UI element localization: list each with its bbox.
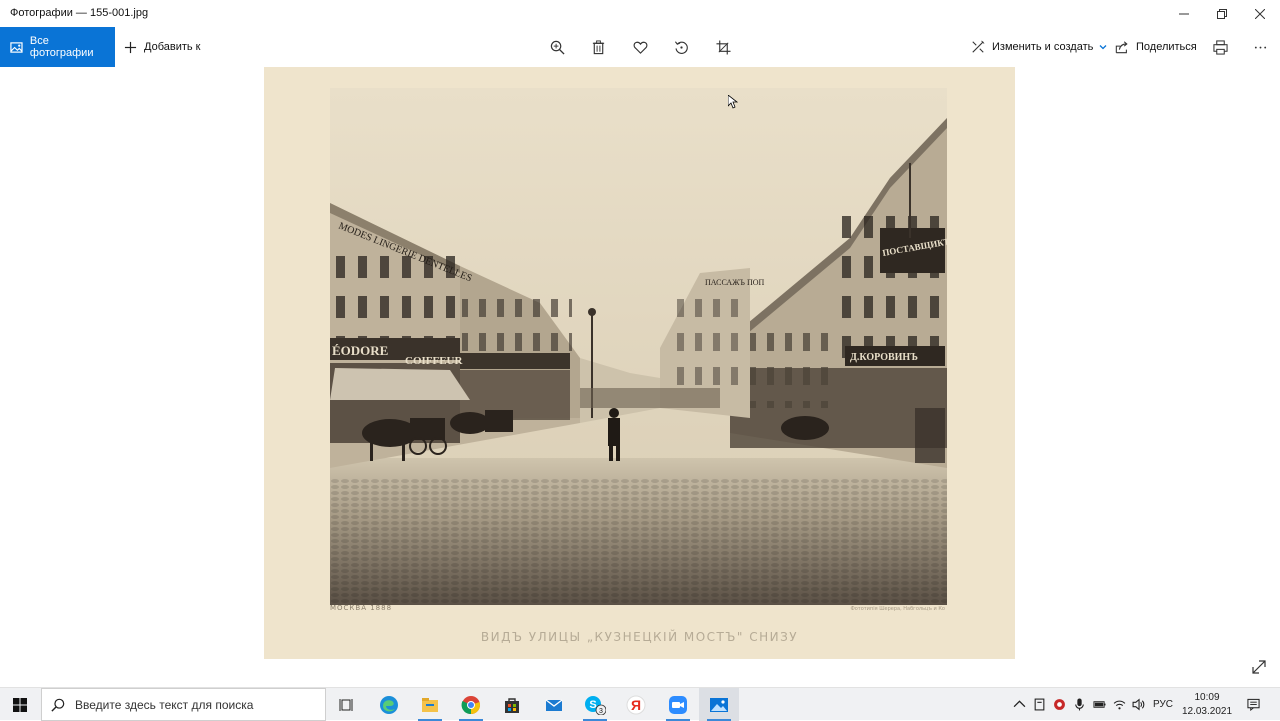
taskbar-search[interactable]: Введите здесь текст для поиска (41, 688, 326, 721)
photos-app-icon (710, 697, 728, 712)
crop-icon (715, 39, 731, 55)
folder-icon (422, 697, 438, 712)
app-toolbar: Все фотографии Добавить к Изменить и соз… (0, 27, 1280, 67)
search-icon (51, 698, 65, 712)
svg-text:S: S (589, 699, 596, 711)
printer-icon (1212, 39, 1228, 55)
taskbar-store[interactable] (492, 688, 532, 721)
wifi-icon (1113, 700, 1125, 710)
show-hidden-icons[interactable] (1011, 688, 1027, 721)
all-photos-button[interactable]: Все фотографии (0, 27, 115, 67)
clock-date: 12.03.2021 (1181, 706, 1233, 717)
delete-button[interactable] (589, 38, 607, 56)
close-button[interactable] (1241, 0, 1279, 27)
device-icon (1034, 698, 1044, 711)
taskbar-file-explorer[interactable] (410, 688, 450, 721)
fullscreen-button[interactable] (1250, 658, 1268, 676)
taskbar: Введите здесь текст для поиска S3 Я РУС … (0, 687, 1280, 721)
more-icon (1254, 46, 1266, 48)
trash-icon (592, 39, 604, 54)
add-to-button[interactable]: Добавить к (124, 27, 200, 67)
edge-icon (380, 695, 398, 714)
photos-icon (10, 41, 23, 53)
minimize-icon (1179, 13, 1189, 14)
photo-caption: ВИДЪ УЛИЦЫ „КУЗНЕЦКІЙ МОСТЪ" СНИЗУ (480, 630, 799, 644)
taskbar-skype[interactable]: S3 (575, 688, 615, 721)
zoom-app-icon (669, 695, 687, 714)
print-button[interactable] (1211, 38, 1229, 56)
clock-time: 10:09 (1194, 692, 1220, 703)
chevron-down-icon (1099, 45, 1107, 50)
taskbar-clock[interactable]: 10:09 12.03.2021 (1176, 691, 1238, 719)
task-view-icon (339, 698, 353, 711)
photo-viewer[interactable]: MODES LINGERIE DENTELLES ÉODORE COIFFEUR… (0, 67, 1280, 687)
sign-center: ПАССАЖЪ ПОП (705, 278, 765, 287)
rotate-button[interactable] (672, 38, 690, 56)
start-button[interactable] (0, 688, 40, 721)
photo-caption-right: Фототипія Шерера, Набгольцъ и Ко (850, 606, 945, 612)
zoom-in-icon (550, 40, 565, 55)
taskbar-yandex[interactable]: Я (616, 688, 656, 721)
skype-icon: S3 (585, 695, 606, 715)
tray-language[interactable]: РУС (1150, 688, 1176, 721)
edit-create-button[interactable]: Изменить и создать (971, 27, 1114, 67)
add-to-label: Добавить к (144, 41, 201, 53)
plus-icon (124, 41, 137, 53)
share-button[interactable]: Поделиться (1115, 27, 1197, 67)
close-icon (1255, 8, 1265, 19)
battery-icon (1092, 701, 1106, 708)
window-title: Фотографии — 155-001.jpg (10, 7, 149, 19)
restore-icon (1217, 8, 1227, 19)
language-indicator: РУС (1152, 699, 1174, 710)
heart-icon (633, 41, 647, 54)
skype-badge: 3 (599, 708, 603, 715)
share-icon (1115, 41, 1128, 54)
mouse-cursor-icon (728, 95, 738, 109)
photo-caption-left: МОСКВА 1888 (330, 604, 393, 612)
taskbar-zoom[interactable] (658, 688, 698, 721)
notifications-button[interactable] (1244, 688, 1262, 721)
tray-battery[interactable] (1091, 688, 1107, 721)
sign-left-mid1: ÉODORE (332, 343, 388, 358)
yandex-icon: Я (626, 695, 646, 714)
tray-antivirus[interactable] (1051, 688, 1067, 721)
tray-volume[interactable] (1130, 688, 1146, 721)
tray-network[interactable] (1111, 688, 1127, 721)
zoom-button[interactable] (548, 38, 566, 56)
microphone-icon (1074, 698, 1084, 711)
restore-button[interactable] (1203, 0, 1241, 27)
search-placeholder: Введите здесь текст для поиска (75, 697, 254, 712)
crop-button[interactable] (714, 38, 732, 56)
taskbar-edge[interactable] (369, 688, 409, 721)
favorite-button[interactable] (631, 38, 649, 56)
taskbar-photos[interactable] (699, 688, 739, 721)
edit-create-label: Изменить и создать (992, 41, 1094, 53)
chevron-up-icon (1013, 700, 1025, 708)
sign-right-mid: Д.КОРОВИНЪ (850, 352, 918, 363)
notification-icon (1246, 698, 1260, 711)
rotate-icon (674, 40, 688, 54)
photo[interactable]: MODES LINGERIE DENTELLES ÉODORE COIFFEUR… (264, 67, 1015, 659)
edit-create-icon (972, 40, 985, 53)
windows-icon (13, 697, 27, 712)
taskbar-chrome[interactable] (451, 688, 491, 721)
task-view-button[interactable] (327, 688, 367, 721)
street-photo: MODES LINGERIE DENTELLES ÉODORE COIFFEUR… (330, 88, 947, 605)
taskbar-mail[interactable] (534, 688, 574, 721)
tray-microphone[interactable] (1071, 688, 1087, 721)
title-bar: Фотографии — 155-001.jpg (0, 0, 1280, 27)
minimize-button[interactable] (1165, 0, 1203, 27)
sign-left-mid2: COIFFEUR (405, 355, 464, 367)
volume-icon (1132, 698, 1144, 711)
store-icon (505, 697, 519, 713)
mail-icon (545, 698, 563, 711)
svg-text:Я: Я (631, 697, 641, 713)
antivirus-icon (1053, 699, 1065, 710)
tray-device[interactable] (1031, 688, 1047, 721)
share-label: Поделиться (1136, 41, 1197, 53)
chrome-icon (461, 695, 481, 714)
more-options-button[interactable] (1251, 38, 1269, 56)
all-photos-label: Все фотографии (29, 35, 94, 59)
